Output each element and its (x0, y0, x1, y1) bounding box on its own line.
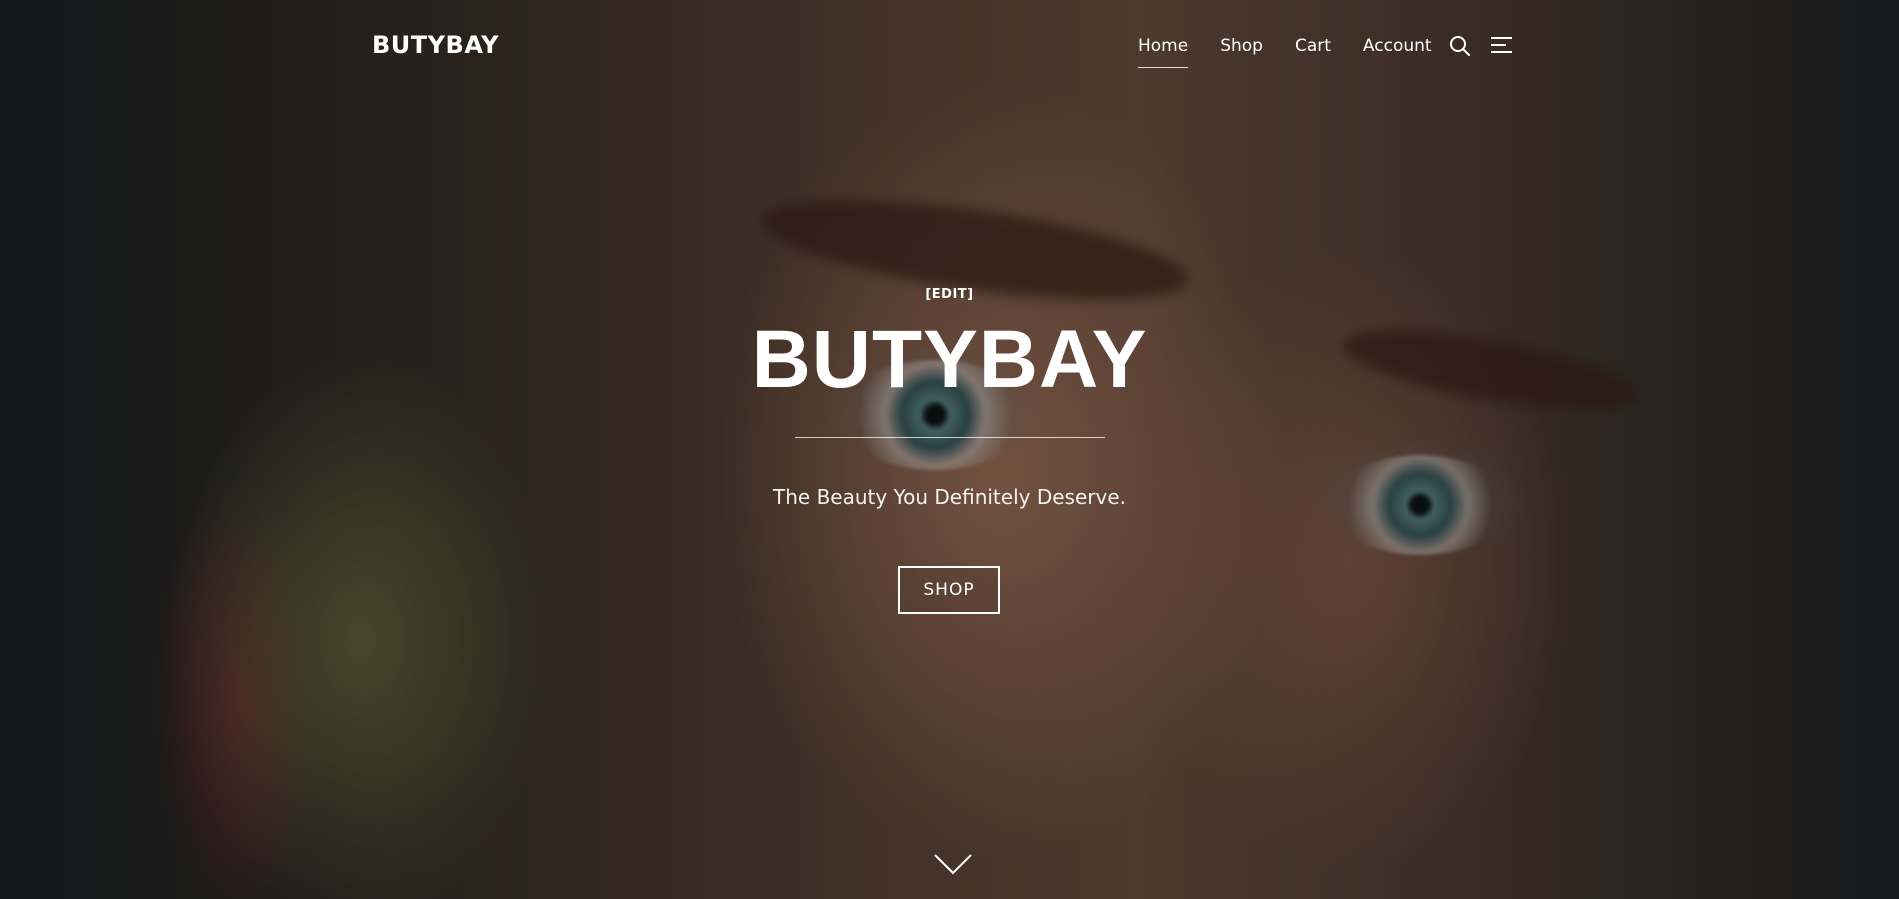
menu-icon[interactable] (1490, 34, 1514, 58)
shop-button[interactable]: SHOP (898, 566, 1000, 614)
site-header: BUTYBAY Home Shop Cart Account (0, 0, 1899, 94)
site-logo[interactable]: BUTYBAY (372, 31, 499, 59)
title-divider (795, 437, 1105, 438)
chevron-down-icon[interactable] (933, 852, 973, 876)
nav-cart[interactable]: Cart (1295, 36, 1331, 56)
nav-shop[interactable]: Shop (1220, 36, 1263, 56)
search-icon[interactable] (1448, 34, 1472, 58)
hero-tagline: The Beauty You Definitely Deserve. (773, 485, 1126, 509)
main-navigation: Home Shop Cart Account (1138, 36, 1464, 68)
edit-link[interactable]: [EDIT] (0, 287, 1899, 302)
nav-account[interactable]: Account (1363, 36, 1432, 56)
hero-content: [EDIT] BUTYBAY The Beauty You Definitely… (0, 0, 1899, 899)
hero-title: BUTYBAY (751, 314, 1148, 405)
nav-home[interactable]: Home (1138, 36, 1189, 68)
